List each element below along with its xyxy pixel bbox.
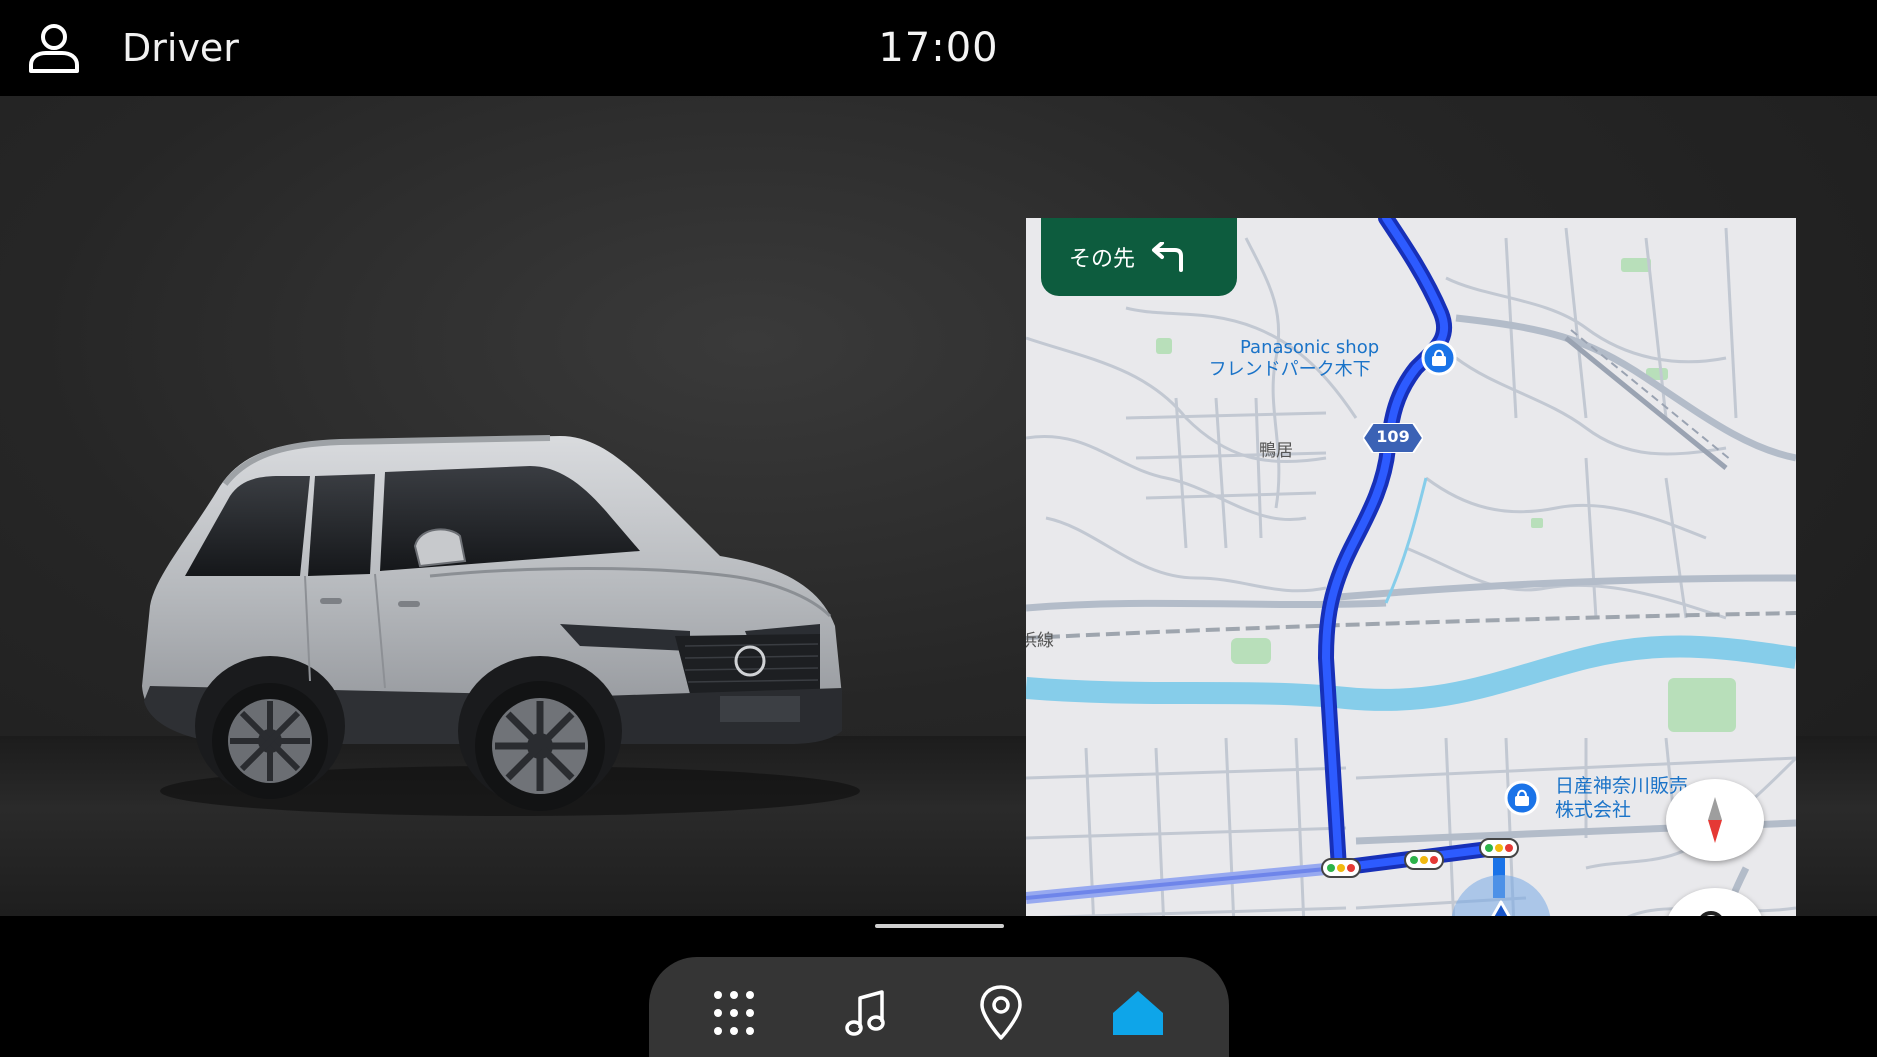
apps-grid-icon	[714, 991, 754, 1035]
compass-icon	[1708, 797, 1722, 843]
poi-name-line2: フレンドパーク木下	[1208, 359, 1371, 380]
status-bar: Driver 17:00	[0, 0, 1877, 96]
music-note-icon	[845, 990, 885, 1036]
navigation-button[interactable]	[971, 983, 1031, 1043]
poi-label[interactable]: Panasonic shop フレンドパーク木下	[1209, 337, 1380, 381]
navigation-map[interactable]: 109 Panasonic shop フレンドパーク木下 日産神奈川販売 株式会…	[1026, 218, 1796, 916]
clock: 17:00	[878, 25, 999, 71]
next-turn-label: その先	[1069, 247, 1136, 272]
home-button[interactable]	[1108, 983, 1168, 1043]
home-icon	[1113, 991, 1163, 1035]
area-label: 鴨居	[1259, 441, 1293, 461]
compass-button[interactable]	[1666, 779, 1764, 861]
next-turn-card[interactable]: その先	[1041, 218, 1237, 296]
music-button[interactable]	[836, 983, 896, 1043]
drawer-handle[interactable]	[875, 924, 1004, 928]
vehicle-image	[142, 435, 860, 816]
map-pin-icon	[980, 985, 1022, 1040]
poi-name-line1: 日産神奈川販売	[1555, 775, 1689, 797]
route-number: 109	[1376, 427, 1410, 446]
traffic-light-icon	[1321, 858, 1361, 878]
shopping-bag-pin-icon	[1421, 340, 1457, 376]
turn-left-arrow-icon	[1152, 242, 1184, 272]
route-number-badge: 109	[1361, 422, 1425, 454]
home-main-area: 109 Panasonic shop フレンドパーク木下 日産神奈川販売 株式会…	[0, 96, 1877, 916]
navigation-arrow-icon	[1491, 900, 1511, 916]
apps-button[interactable]	[704, 983, 764, 1043]
search-icon	[1700, 911, 1722, 916]
bottom-dock	[649, 957, 1229, 1057]
rail-line-label: 浜線	[1026, 631, 1054, 651]
poi-name-line1: Panasonic shop	[1240, 337, 1380, 358]
